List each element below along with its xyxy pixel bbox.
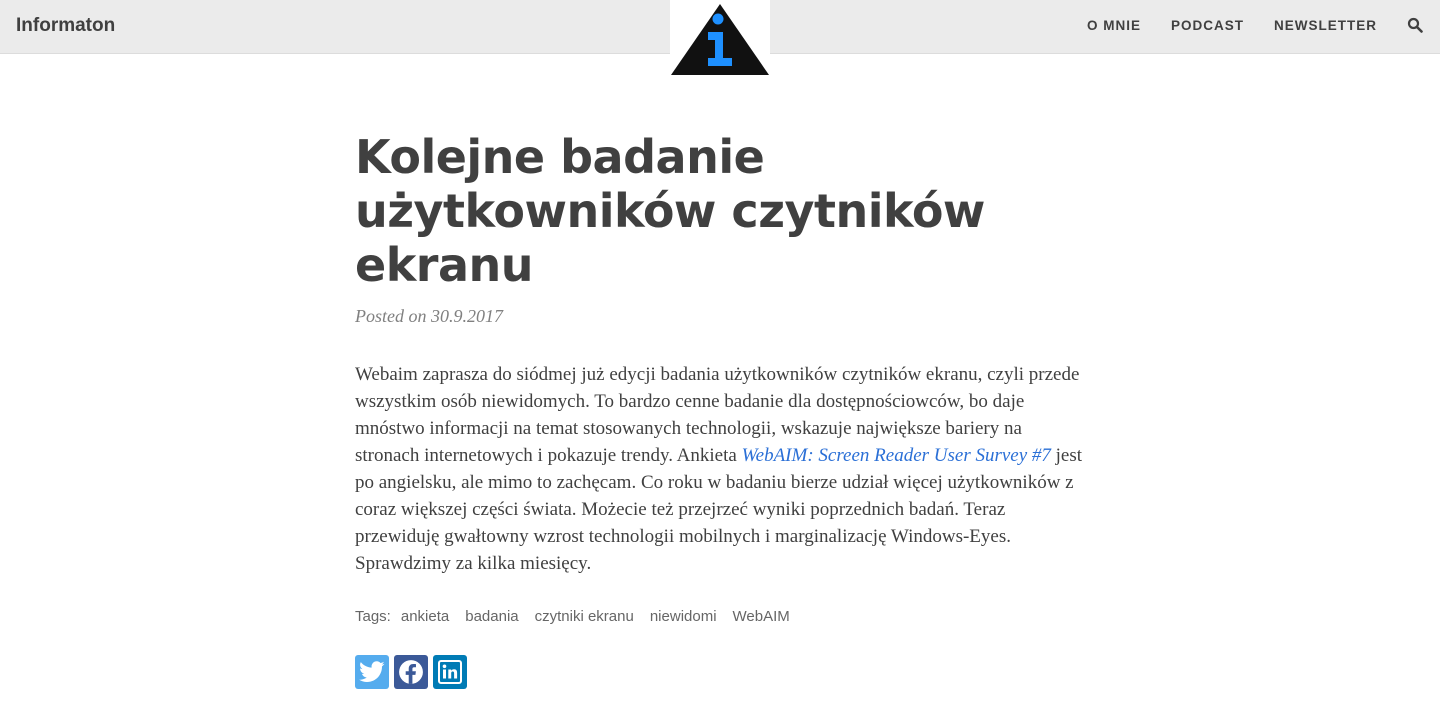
nav-link-podcast[interactable]: PODCAST bbox=[1171, 18, 1244, 33]
tags: Tags: ankieta badania czytniki ekranu ni… bbox=[355, 608, 1095, 625]
site-logo[interactable] bbox=[670, 0, 770, 76]
facebook-icon bbox=[399, 660, 423, 684]
tag-link[interactable]: czytniki ekranu bbox=[535, 608, 634, 625]
linkedin-share-button[interactable] bbox=[433, 655, 467, 689]
post-title: Kolejne badanie użytkowników czytników e… bbox=[355, 130, 985, 292]
twitter-share-button[interactable] bbox=[355, 655, 389, 689]
tag-link[interactable]: badania bbox=[465, 608, 518, 625]
tag-link[interactable]: WebAIM bbox=[733, 608, 790, 625]
linkedin-icon bbox=[438, 660, 462, 684]
nav-link-newsletter[interactable]: NEWSLETTER bbox=[1274, 18, 1377, 33]
facebook-share-button[interactable] bbox=[394, 655, 428, 689]
nav-link-o-mnie[interactable]: O MNIE bbox=[1087, 18, 1141, 33]
nav-links: O MNIE PODCAST NEWSLETTER bbox=[1087, 17, 1423, 33]
tag-link[interactable]: niewidomi bbox=[650, 608, 717, 625]
share-buttons bbox=[355, 655, 1095, 689]
twitter-icon bbox=[359, 661, 385, 682]
post-content: Kolejne badanie użytkowników czytników e… bbox=[355, 130, 1095, 689]
tag-link[interactable]: ankieta bbox=[401, 608, 449, 625]
info-triangle-icon bbox=[671, 4, 769, 75]
tags-label: Tags: bbox=[355, 608, 391, 625]
search-icon[interactable] bbox=[1407, 17, 1423, 33]
post-date: Posted on 30.9.2017 bbox=[355, 306, 503, 326]
survey-link[interactable]: WebAIM: Screen Reader User Survey #7 bbox=[742, 445, 1051, 466]
post-body: Webaim zaprasza do siódmej już edycji ba… bbox=[355, 361, 1085, 577]
brand-link[interactable]: Informaton bbox=[16, 15, 115, 37]
